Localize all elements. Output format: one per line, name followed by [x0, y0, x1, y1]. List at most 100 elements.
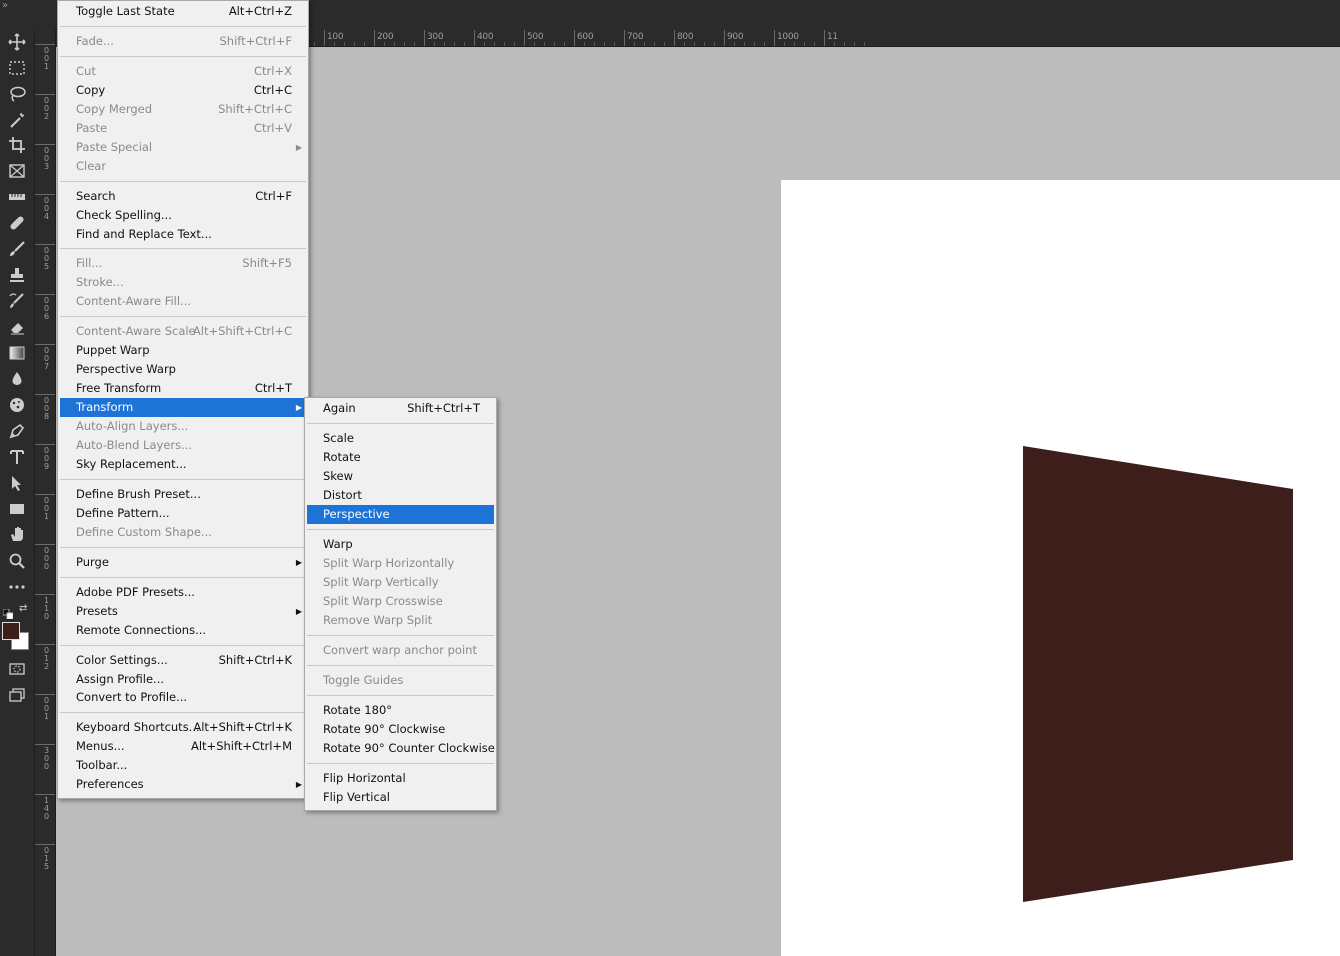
menu-item-perspective-warp[interactable]: Perspective Warp	[60, 360, 306, 379]
ruler-minor-tick	[534, 42, 535, 46]
menu-item-label: Rotate 90° Counter Clockwise	[323, 741, 495, 755]
menu-item-define-pattern[interactable]: Define Pattern...	[60, 504, 306, 523]
menu-item-search[interactable]: Search Ctrl+F	[60, 187, 306, 206]
crop-tool[interactable]	[4, 133, 30, 157]
quick-mask-button[interactable]	[4, 657, 30, 681]
menu-item-toggle-last-state[interactable]: Toggle Last State Alt+Ctrl+Z	[60, 2, 306, 21]
submenu-item-distort[interactable]: Distort	[307, 486, 494, 505]
menu-item-menus[interactable]: Menus... Alt+Shift+Ctrl+M	[60, 737, 306, 756]
ruler-minor-tick	[314, 42, 315, 46]
submenu-item-rotate-180[interactable]: Rotate 180°	[307, 701, 494, 720]
magic-wand-tool[interactable]	[4, 108, 30, 132]
frame-tool[interactable]	[4, 159, 30, 183]
ruler-tick: 000	[35, 544, 55, 571]
menu-item-shortcut: Shift+Ctrl+T	[407, 401, 480, 415]
ruler-tool[interactable]	[4, 185, 30, 209]
menu-item-remote-connections[interactable]: Remote Connections...	[60, 621, 306, 640]
history-brush-icon	[9, 293, 24, 308]
menu-item-copy[interactable]: Copy Ctrl+C	[60, 81, 306, 100]
hand-tool[interactable]	[4, 522, 30, 546]
submenu-item-rotate[interactable]: Rotate	[307, 448, 494, 467]
swap-colors-icon[interactable]: ⇄	[19, 604, 29, 614]
path-selection-tool[interactable]	[4, 471, 30, 495]
menu-item-paste-special: Paste Special ▶	[60, 138, 306, 157]
move-tool[interactable]	[4, 30, 30, 54]
submenu-item-flip-vertical[interactable]: Flip Vertical	[307, 788, 494, 807]
menu-item-convert-to-profile[interactable]: Convert to Profile...	[60, 688, 306, 707]
clone-stamp-tool[interactable]	[4, 263, 30, 287]
ruler-tick: 015	[35, 844, 55, 871]
blur-tool[interactable]	[4, 367, 30, 391]
ruler-minor-tick	[844, 42, 845, 46]
submenu-item-perspective[interactable]: Perspective	[307, 505, 494, 524]
submenu-item-toggle-guides: Toggle Guides	[307, 671, 494, 690]
marquee-tool[interactable]	[4, 56, 30, 80]
menu-item-label: Toggle Guides	[323, 673, 404, 687]
menu-item-label: Find and Replace Text...	[76, 226, 212, 241]
menu-item-free-transform[interactable]: Free Transform Ctrl+T	[60, 379, 306, 398]
ruler-tick: 800	[674, 30, 694, 46]
ruler-tick-label: 900	[727, 32, 744, 42]
ruler-tick-label: 700	[627, 32, 644, 42]
collapse-panels-icon[interactable]: »	[2, 0, 8, 11]
menu-item-sky-replacement[interactable]: Sky Replacement...	[60, 455, 306, 474]
menu-item-check-spelling[interactable]: Check Spelling...	[60, 206, 306, 225]
menu-item-cut: Cut Ctrl+X	[60, 62, 306, 81]
healing-brush-tool[interactable]	[4, 211, 30, 235]
menu-item-shortcut: Shift+Ctrl+C	[218, 101, 292, 116]
menu-item-find-and-replace-text[interactable]: Find and Replace Text...	[60, 225, 306, 244]
menu-item-auto-blend-layers: Auto-Blend Layers...	[60, 436, 306, 455]
eraser-tool[interactable]	[4, 315, 30, 339]
ruler-minor-tick	[634, 42, 635, 46]
submenu-item-skew[interactable]: Skew	[307, 467, 494, 486]
submenu-item-scale[interactable]: Scale	[307, 429, 494, 448]
pen-tool[interactable]	[4, 419, 30, 443]
zoom-tool[interactable]	[4, 549, 30, 573]
menu-item-assign-profile[interactable]: Assign Profile...	[60, 670, 306, 689]
menu-item-label: Adobe PDF Presets...	[76, 584, 195, 599]
menu-item-presets[interactable]: Presets ▶	[60, 602, 306, 621]
ruler-tick: 500	[524, 30, 544, 46]
submenu-item-rotate-90-clockwise[interactable]: Rotate 90° Clockwise	[307, 720, 494, 739]
menu-item-define-brush-preset[interactable]: Define Brush Preset...	[60, 485, 306, 504]
menu-item-fill: Fill... Shift+F5	[60, 254, 306, 273]
menu-item-purge[interactable]: Purge ▶	[60, 553, 306, 572]
screen-mode-button[interactable]	[4, 683, 30, 707]
menu-separator	[307, 665, 494, 666]
menu-item-preferences[interactable]: Preferences ▶	[60, 775, 306, 794]
vertical-ruler: 001 002 003 004 005 006 007 008 009 001 000 110 012 0…	[35, 30, 56, 956]
ruler-tick-label: 015	[44, 846, 50, 871]
submenu-arrow-icon: ▶	[295, 403, 302, 413]
ruler-minor-tick	[764, 42, 765, 46]
foreground-color-swatch[interactable]	[2, 622, 20, 640]
ruler-tick: 001	[35, 694, 55, 721]
document-canvas[interactable]	[781, 180, 1340, 956]
type-tool[interactable]	[4, 445, 30, 469]
history-brush-tool[interactable]	[4, 289, 30, 313]
ruler-tick-label: 000	[44, 546, 50, 571]
sponge-icon	[10, 398, 24, 412]
rectangle-tool[interactable]	[4, 497, 30, 521]
menu-item-label: Convert warp anchor point	[323, 643, 477, 657]
sponge-tool[interactable]	[4, 393, 30, 417]
menu-item-transform[interactable]: Transform ▶	[60, 398, 306, 418]
brush-tool[interactable]	[4, 237, 30, 261]
menu-item-adobe-pdf-presets[interactable]: Adobe PDF Presets...	[60, 583, 306, 602]
menu-item-keyboard-shortcuts[interactable]: Keyboard Shortcuts... Alt+Shift+Ctrl+K	[60, 718, 306, 737]
submenu-item-warp[interactable]: Warp	[307, 535, 494, 554]
submenu-item-flip-horizontal[interactable]: Flip Horizontal	[307, 769, 494, 788]
menu-item-label: Color Settings...	[76, 652, 168, 667]
menu-item-toolbar[interactable]: Toolbar...	[60, 756, 306, 775]
default-colors-icon[interactable]	[2, 604, 14, 620]
more-tools-tool[interactable]	[4, 575, 30, 599]
ruler-tick-label: 11	[827, 32, 838, 42]
menu-item-puppet-warp[interactable]: Puppet Warp	[60, 341, 306, 360]
submenu-arrow-icon: ▶	[295, 142, 302, 152]
submenu-item-again[interactable]: Again Shift+Ctrl+T	[307, 399, 494, 418]
menu-item-color-settings[interactable]: Color Settings... Shift+Ctrl+K	[60, 651, 306, 670]
gradient-tool[interactable]	[4, 341, 30, 365]
submenu-item-rotate-90-counter-clockwise[interactable]: Rotate 90° Counter Clockwise	[307, 739, 495, 758]
ruler-tick-label: 003	[44, 146, 50, 171]
lasso-tool[interactable]	[4, 82, 30, 106]
ruler-tick: 001	[35, 44, 55, 71]
